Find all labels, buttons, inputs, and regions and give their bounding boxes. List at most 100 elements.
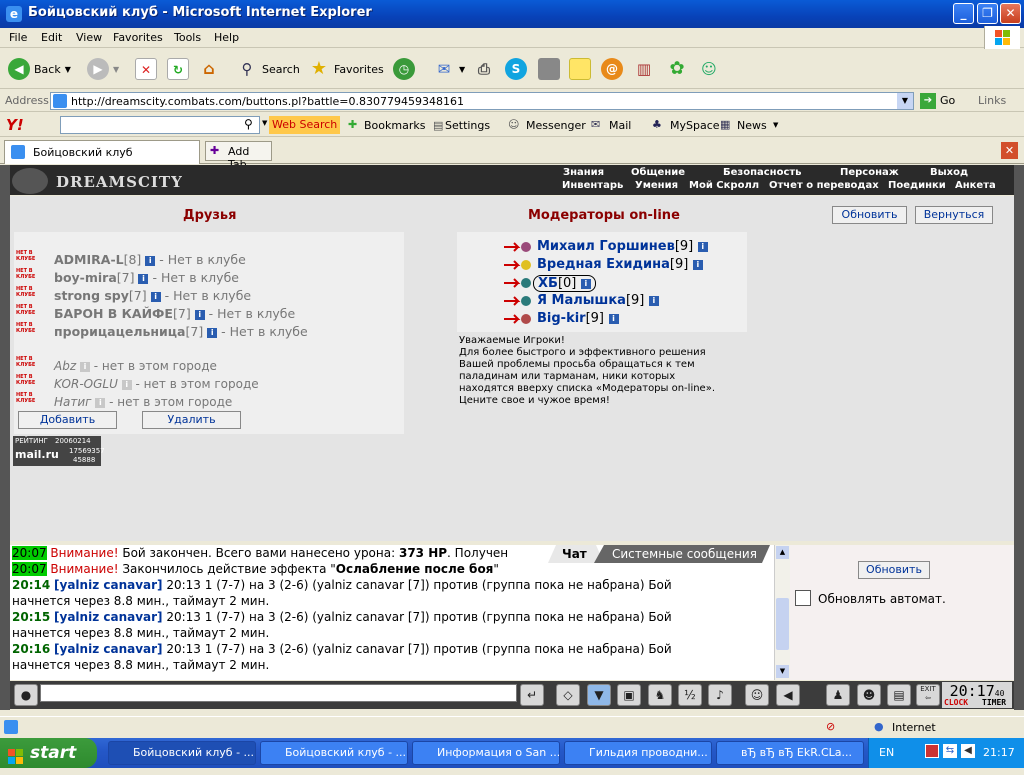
- menu-edit[interactable]: Edit: [41, 31, 62, 44]
- chat-scrollbar[interactable]: ▲ ▼: [774, 545, 790, 680]
- address-dropdown-icon[interactable]: ▼: [897, 93, 913, 109]
- mask-icon[interactable]: ☻: [857, 684, 881, 706]
- skype-button[interactable]: S: [505, 55, 527, 83]
- task-item[interactable]: вЂ вЂ вЂ EkR.CLa...: [716, 741, 864, 765]
- menu-help[interactable]: Help: [214, 31, 239, 44]
- filter-icon[interactable]: ▼: [587, 684, 611, 706]
- email-button[interactable]: @: [601, 55, 623, 83]
- menu-favorites[interactable]: Favorites: [113, 31, 163, 44]
- bottle-icon[interactable]: ♟: [826, 684, 850, 706]
- friend-item[interactable]: Натиг i - нет в этом городе: [54, 395, 232, 409]
- menu-view[interactable]: View: [76, 31, 102, 44]
- close-button[interactable]: ✕: [1000, 3, 1021, 24]
- friend-item[interactable]: БАРОН В КАЙФЕ[7] i - Нет в клубе: [54, 306, 295, 321]
- menu-file[interactable]: File: [9, 31, 27, 44]
- friend-item[interactable]: ADMIRA-L[8] i - Нет в клубе: [54, 252, 246, 267]
- moderator-item[interactable]: ХБ[0] i: [533, 275, 596, 292]
- icq-button[interactable]: ✿: [666, 55, 688, 83]
- moderator-item[interactable]: Вредная Ехидина[9] i: [537, 257, 703, 272]
- start-button[interactable]: start: [0, 738, 97, 768]
- yahoo-logo[interactable]: Y!: [6, 116, 24, 134]
- app-button[interactable]: [538, 55, 560, 83]
- remove-friend-button[interactable]: Удалить: [142, 411, 241, 429]
- maximize-button[interactable]: ❐: [977, 3, 998, 24]
- nav-fights[interactable]: Поединки: [888, 180, 946, 192]
- return-button[interactable]: Вернуться: [915, 206, 993, 224]
- task-item[interactable]: Информация о San ...: [412, 741, 560, 765]
- eraser-icon[interactable]: ◇: [556, 684, 580, 706]
- nav-knowledge[interactable]: Знания: [563, 167, 604, 179]
- nav-transfer-report[interactable]: Отчет о переводах: [769, 180, 879, 192]
- mail-button[interactable]: ✉ ▼: [433, 55, 465, 83]
- forward-button[interactable]: ▶ ▼: [87, 55, 119, 83]
- close-tab-icon[interactable]: ✕: [1001, 142, 1018, 159]
- language-indicator[interactable]: EN: [879, 746, 894, 759]
- fraction-icon[interactable]: ½: [678, 684, 702, 706]
- messenger-button[interactable]: ☺: [698, 55, 720, 83]
- chat-input[interactable]: [40, 684, 517, 702]
- refresh-button[interactable]: Обновить: [832, 206, 907, 224]
- web-search-button[interactable]: Web Search: [269, 116, 341, 134]
- friend-item[interactable]: boy-mira[7] i - Нет в клубе: [54, 270, 239, 285]
- popup-blocked-icon[interactable]: ⊘: [826, 720, 835, 733]
- favorites-button[interactable]: ★ Favorites: [308, 55, 384, 83]
- chat-refresh-button[interactable]: Обновить: [858, 561, 930, 579]
- links-label[interactable]: Links: [978, 94, 1006, 107]
- nav-inventory[interactable]: Инвентарь: [562, 180, 623, 192]
- news-button[interactable]: News: [737, 119, 767, 132]
- friend-item[interactable]: Abz i - нет в этом городе: [54, 359, 217, 373]
- smiley-icon[interactable]: ☺: [745, 684, 769, 706]
- tab-chat[interactable]: Чат: [562, 547, 587, 561]
- home-button[interactable]: ⌂: [198, 55, 220, 83]
- nav-character[interactable]: Персонаж: [840, 167, 899, 179]
- music-icon[interactable]: ♪: [708, 684, 732, 706]
- minimize-button[interactable]: _: [953, 3, 974, 24]
- volume-icon[interactable]: ◀: [961, 744, 975, 758]
- nav-my-scroll[interactable]: Мой Скролл: [689, 180, 759, 192]
- tray-app-icon[interactable]: [925, 744, 939, 758]
- address-input[interactable]: http://dreamscity.combats.com/buttons.pl…: [50, 92, 914, 110]
- myspace-button[interactable]: MySpace: [670, 119, 720, 132]
- yahoo-search-input[interactable]: ⚲: [60, 116, 260, 134]
- exit-icon[interactable]: EXIT ⇦: [916, 684, 940, 706]
- tab-system-messages[interactable]: Системные сообщения: [612, 547, 757, 561]
- auto-refresh-checkbox[interactable]: [795, 590, 811, 606]
- history-button[interactable]: ◷: [393, 55, 415, 83]
- moderator-item[interactable]: Big-kir[9] i: [537, 311, 619, 326]
- nav-skills[interactable]: Умения: [635, 180, 678, 192]
- network-icon[interactable]: ⇆: [943, 744, 957, 758]
- moderator-item[interactable]: Михаил Горшинев[9] i: [537, 239, 708, 254]
- add-friend-button[interactable]: Добавить: [18, 411, 117, 429]
- yahoo-messenger-button[interactable]: Messenger: [526, 119, 586, 132]
- task-item[interactable]: Бойцовский клуб - ...: [108, 741, 256, 765]
- yahoo-mail-button[interactable]: Mail: [609, 119, 631, 132]
- friend-item[interactable]: strong spy[7] i - Нет в клубе: [54, 288, 251, 303]
- nav-exit[interactable]: Выход: [930, 167, 968, 179]
- sound-icon[interactable]: ◀: [776, 684, 800, 706]
- refresh-button[interactable]: ↻: [167, 55, 189, 83]
- research-button[interactable]: ▥: [633, 55, 655, 83]
- back-button[interactable]: ◀ Back ▼: [8, 55, 71, 83]
- tab-active[interactable]: Бойцовский клуб: [4, 140, 200, 164]
- fighter-icon[interactable]: ♞: [648, 684, 672, 706]
- send-icon[interactable]: ↵: [520, 684, 544, 706]
- stop-button[interactable]: ✕: [135, 55, 157, 83]
- go-button[interactable]: ➔ Go: [920, 93, 955, 109]
- settings-button[interactable]: Settings: [445, 119, 490, 132]
- search-button[interactable]: ⚲ Search: [236, 55, 300, 83]
- task-item[interactable]: Бойцовский клуб - ...: [260, 741, 408, 765]
- friend-item[interactable]: прорицацельница[7] i - Нет в клубе: [54, 324, 308, 339]
- bookmarks-button[interactable]: Bookmarks: [364, 119, 425, 132]
- nav-profile[interactable]: Анкета: [955, 180, 996, 192]
- moderator-item[interactable]: Я Малышка[9] i: [537, 293, 659, 308]
- friend-item[interactable]: KOR-OGLU i - нет в этом городе: [54, 377, 259, 391]
- menu-tools[interactable]: Tools: [174, 31, 201, 44]
- nav-security[interactable]: Безопасность: [723, 167, 802, 179]
- lock-icon[interactable]: ▤: [887, 684, 911, 706]
- nav-communication[interactable]: Общение: [631, 167, 685, 179]
- task-item[interactable]: Гильдия проводни...: [564, 741, 712, 765]
- notes-button[interactable]: [569, 55, 591, 83]
- save-icon[interactable]: ▣: [617, 684, 641, 706]
- add-tab-button[interactable]: ✚ Add Tab: [205, 141, 272, 171]
- print-button[interactable]: ⎙: [473, 55, 495, 83]
